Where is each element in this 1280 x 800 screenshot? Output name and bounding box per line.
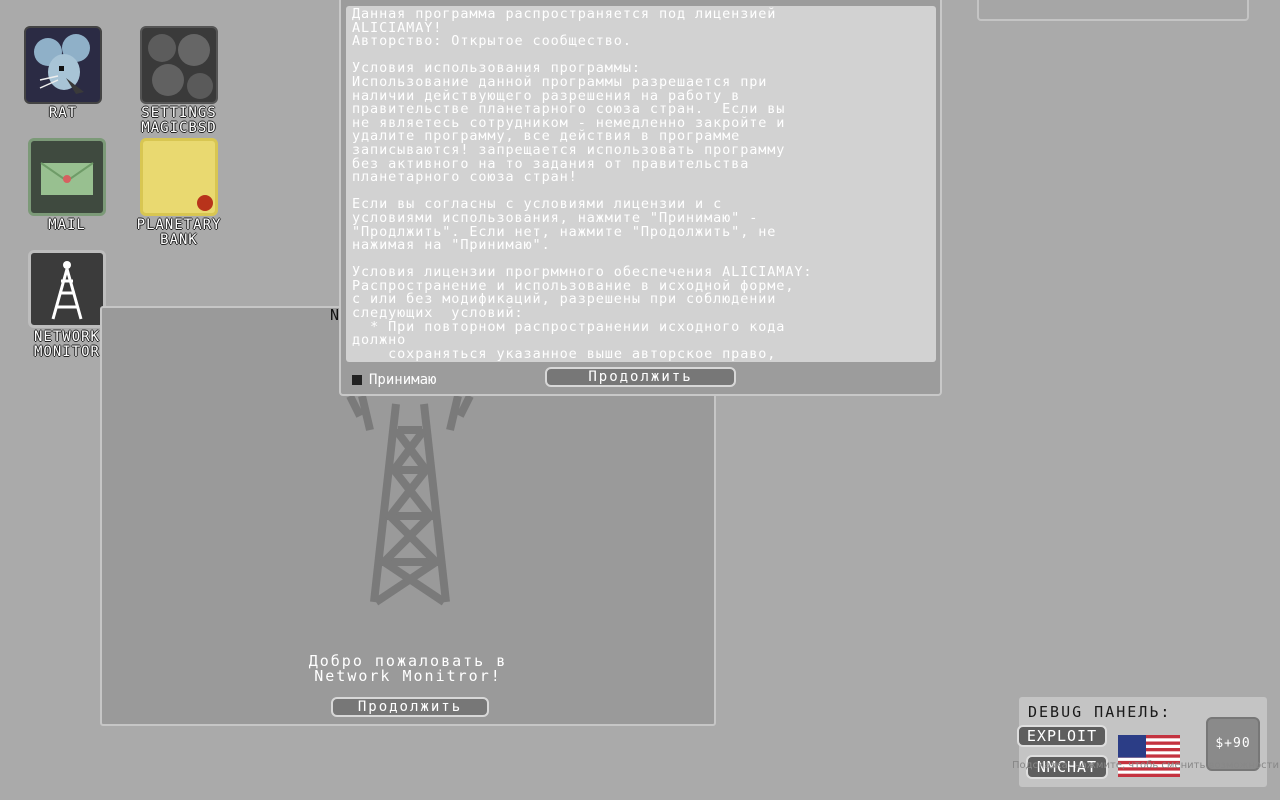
network-monitor-title: N — [330, 306, 340, 324]
debug-hint: Подсказка: нажмите, чтобь сменить возмож… — [1012, 760, 1280, 771]
settings-label: SETTINGS MAGICBSD — [141, 105, 217, 136]
top-right-panel — [977, 0, 1249, 21]
license-dialog: Данная программа распространяется под ли… — [339, 0, 942, 396]
radio-tower-icon — [346, 396, 474, 606]
desktop-icon-settings[interactable]: SETTINGS MAGICBSD — [124, 26, 234, 136]
license-text[interactable]: Данная программа распространяется под ли… — [346, 6, 936, 362]
bank-label: PLANETARY BANK — [136, 217, 222, 248]
network-monitor-icon — [28, 250, 106, 328]
rat-icon — [24, 26, 102, 104]
desktop-icon-mail[interactable]: MAIL — [12, 138, 122, 233]
mail-icon — [28, 138, 106, 216]
license-continue-button[interactable]: Продолжить — [545, 367, 736, 387]
accept-checkbox[interactable] — [352, 375, 362, 385]
bank-icon — [140, 138, 218, 216]
rat-label: RAT — [48, 105, 78, 121]
desktop-icon-bank[interactable]: PLANETARY BANK — [124, 138, 234, 248]
mail-label: MAIL — [48, 217, 86, 233]
exploit-button[interactable]: EXPLOIT — [1017, 725, 1107, 747]
desktop-icon-rat[interactable]: RAT — [8, 26, 118, 121]
welcome-text: Добро пожаловать в Network Monitror! — [308, 652, 508, 685]
accept-label: Принимаю — [369, 372, 437, 388]
nm-continue-button[interactable]: Продолжить — [331, 697, 489, 717]
settings-icon — [140, 26, 218, 104]
debug-title: DEBUG ПАНЕЛЬ: — [1028, 703, 1172, 721]
